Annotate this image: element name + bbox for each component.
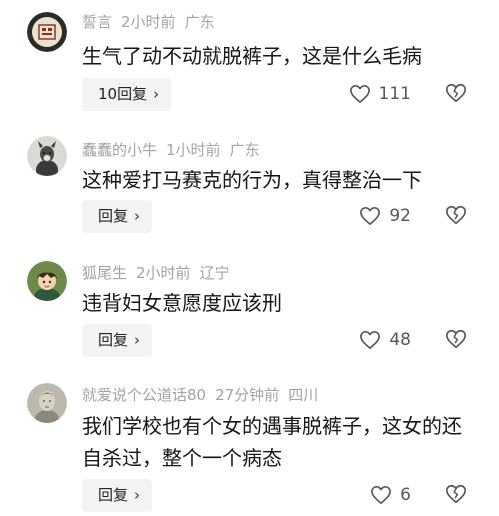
like-count: 6: [400, 485, 411, 505]
timestamp: 2小时前: [121, 13, 176, 31]
reply-button[interactable]: 回复 ›: [82, 324, 153, 357]
user-avatar[interactable]: [27, 261, 67, 301]
comment-meta: 蠢蠢的小牛 1小时前 广东: [82, 141, 269, 159]
dislike-button[interactable]: [445, 483, 469, 507]
location: 四川: [288, 386, 319, 404]
like-count: 92: [389, 206, 411, 226]
broken-heart-outline-icon: [446, 205, 466, 225]
comment-text: 生气了动不动就脱裤子，这是什么毛病: [82, 44, 422, 68]
reply-button[interactable]: 10回复 ›: [82, 78, 172, 111]
location: 辽宁: [199, 264, 230, 282]
like-button[interactable]: 6: [370, 483, 411, 507]
comment-text: 这种爱打马赛克的行为，真得整治一下: [82, 168, 422, 192]
user-avatar[interactable]: [27, 12, 67, 52]
chevron-right-icon: ›: [134, 486, 141, 504]
username[interactable]: 蠢蠢的小牛: [82, 141, 157, 159]
chevron-right-icon: ›: [153, 85, 160, 103]
broken-heart-outline-icon: [446, 83, 466, 103]
reply-label: 回复: [98, 331, 129, 349]
user-avatar[interactable]: [27, 383, 67, 423]
dislike-button[interactable]: [445, 328, 469, 352]
broken-heart-outline-icon: [446, 484, 466, 504]
reply-button[interactable]: 回复 ›: [82, 200, 153, 233]
timestamp: 1小时前: [166, 141, 221, 159]
timestamp: 2小时前: [136, 264, 191, 282]
reply-label: 回复: [98, 207, 129, 225]
chevron-right-icon: ›: [134, 207, 141, 225]
user-avatar[interactable]: [27, 136, 67, 176]
reply-button[interactable]: 回复 ›: [82, 479, 153, 512]
like-button[interactable]: 92: [359, 204, 411, 228]
location: 广东: [184, 13, 215, 31]
dislike-button[interactable]: [445, 82, 469, 106]
like-count: 111: [378, 84, 411, 104]
broken-heart-outline-icon: [446, 329, 466, 349]
comment-text: 违背妇女意愿度应该刑: [82, 291, 282, 315]
comment-meta: 誓言 2小时前 广东: [82, 13, 224, 31]
comment-meta: 就爱说个公道话80 27分钟前 四川: [82, 386, 327, 404]
timestamp: 27分钟前: [215, 386, 280, 404]
comment-feed: 誓言2小时前广东 生气了动不动就脱裤子，这是什么毛病 10回复› 111: [0, 0, 499, 516]
dislike-button[interactable]: [445, 204, 469, 228]
username[interactable]: 誓言: [82, 13, 112, 31]
username[interactable]: 狐尾生: [82, 264, 127, 282]
reply-label: 回复: [98, 486, 129, 504]
chevron-right-icon: ›: [134, 331, 141, 349]
username[interactable]: 就爱说个公道话80: [82, 386, 206, 404]
heart-outline-icon: [360, 207, 381, 225]
like-button[interactable]: 48: [359, 328, 411, 352]
location: 广东: [229, 141, 260, 159]
comment-meta: 狐尾生 2小时前 辽宁: [82, 264, 239, 282]
reply-label: 10回复: [98, 85, 148, 103]
comment-text: 我们学校也有个女的遇事脱裤子，这女的还自杀过，整个一个病态: [82, 414, 462, 470]
heart-outline-icon: [360, 331, 381, 349]
like-count: 48: [389, 330, 411, 350]
heart-outline-icon: [371, 486, 392, 504]
like-button[interactable]: 111: [349, 82, 411, 106]
heart-outline-icon: [349, 85, 370, 103]
